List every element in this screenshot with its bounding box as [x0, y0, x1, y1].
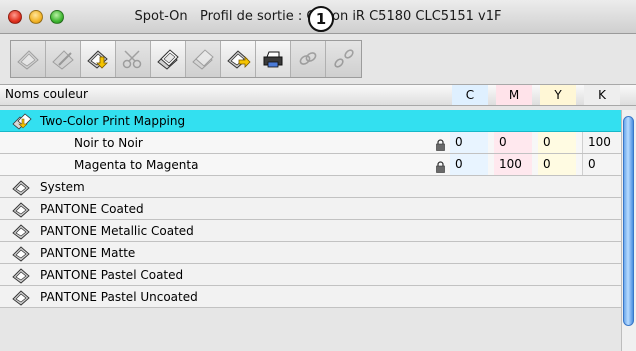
unlink-icon: [333, 49, 354, 68]
list-item-label: PANTONE Coated: [40, 202, 144, 216]
list-item-label: PANTONE Metallic Coated: [40, 224, 194, 238]
list-item-pantone-coated[interactable]: PANTONE Coated: [0, 198, 621, 220]
toolbar-button-link[interactable]: [291, 41, 326, 77]
title-bar: Spot-On Profil de sortie : C on iR C5180…: [0, 0, 636, 34]
toolbar-button-print[interactable]: [256, 41, 291, 77]
scrollbar-thumb[interactable]: [623, 116, 634, 326]
list-item-label: PANTONE Pastel Coated: [40, 268, 184, 282]
scissors-icon: [122, 50, 142, 69]
yellow-value[interactable]: 0: [538, 132, 576, 153]
list-item-label: System: [40, 180, 85, 194]
lock-icon: [436, 161, 445, 173]
toolbar-button-unlink[interactable]: [326, 41, 361, 77]
swatchbook-icon: [12, 180, 30, 196]
swatchbook-export-icon: [227, 50, 251, 69]
column-header: Noms couleur C M Y K: [0, 84, 636, 106]
color-list: Two-Color Print Mapping Noir to Noir 0 0…: [0, 110, 621, 351]
toolbar-button-swatchbook[interactable]: [11, 41, 46, 77]
printer-icon: [263, 51, 283, 68]
column-header-y[interactable]: Y: [540, 85, 576, 105]
swatchbook-icon: [12, 268, 30, 284]
callout-marker: 1: [308, 6, 334, 32]
list-item-pantone-pastel-uncoated[interactable]: PANTONE Pastel Uncoated: [0, 286, 621, 308]
list-item-label: Magenta to Magenta: [74, 158, 199, 172]
swatchbook-icon: [12, 290, 30, 306]
toolbar-button-swatchbook-edit[interactable]: [46, 41, 81, 77]
column-header-k[interactable]: K: [584, 85, 620, 105]
swatchbook-paste-icon: [192, 49, 214, 70]
toolbar-button-export[interactable]: [221, 41, 256, 77]
list-item-magenta-to-magenta[interactable]: Magenta to Magenta 0 100 0 0: [0, 154, 621, 176]
swatchbook-icon: [12, 202, 30, 218]
list-item-label: Two-Color Print Mapping: [40, 114, 186, 128]
toolbar: [10, 40, 362, 78]
column-header-m[interactable]: M: [496, 85, 532, 105]
two-color-mapping-icon: [12, 113, 32, 130]
column-header-name[interactable]: Noms couleur: [5, 87, 88, 101]
black-value[interactable]: 0: [582, 154, 620, 175]
list-item-label: Noir to Noir: [74, 136, 143, 150]
column-header-c[interactable]: C: [452, 85, 488, 105]
toolbar-button-import[interactable]: [81, 41, 116, 77]
cyan-value[interactable]: 0: [450, 132, 488, 153]
list-item-pantone-metallic-coated[interactable]: PANTONE Metallic Coated: [0, 220, 621, 242]
cyan-value[interactable]: 0: [450, 154, 488, 175]
list-item-noir-to-noir[interactable]: Noir to Noir 0 0 0 100: [0, 132, 621, 154]
swatchbook-edit-icon: [52, 50, 74, 70]
list-item-pantone-matte[interactable]: PANTONE Matte: [0, 242, 621, 264]
swatchbook-icon: [12, 246, 30, 262]
toolbar-button-copy[interactable]: [151, 41, 186, 77]
swatchbook-icon: [17, 50, 39, 70]
toolbar-button-cut[interactable]: [116, 41, 151, 77]
yellow-value[interactable]: 0: [538, 154, 576, 175]
toolbar-button-paste[interactable]: [186, 41, 221, 77]
magenta-value[interactable]: 100: [494, 154, 532, 175]
list-item-two-color-mapping[interactable]: Two-Color Print Mapping: [0, 110, 621, 132]
spot-on-window: Spot-On Profil de sortie : C on iR C5180…: [0, 0, 636, 351]
link-icon: [299, 52, 317, 65]
lock-icon: [436, 139, 445, 151]
swatchbook-icon: [12, 224, 30, 240]
list-item-system[interactable]: System: [0, 176, 621, 198]
swatchbook-import-icon: [87, 50, 108, 69]
list-item-label: PANTONE Matte: [40, 246, 136, 260]
black-value[interactable]: 100: [582, 132, 620, 153]
magenta-value[interactable]: 0: [494, 132, 532, 153]
list-item-label: PANTONE Pastel Uncoated: [40, 290, 198, 304]
list-item-pantone-pastel-coated[interactable]: PANTONE Pastel Coated: [0, 264, 621, 286]
swatchbook-copy-icon: [157, 49, 179, 70]
